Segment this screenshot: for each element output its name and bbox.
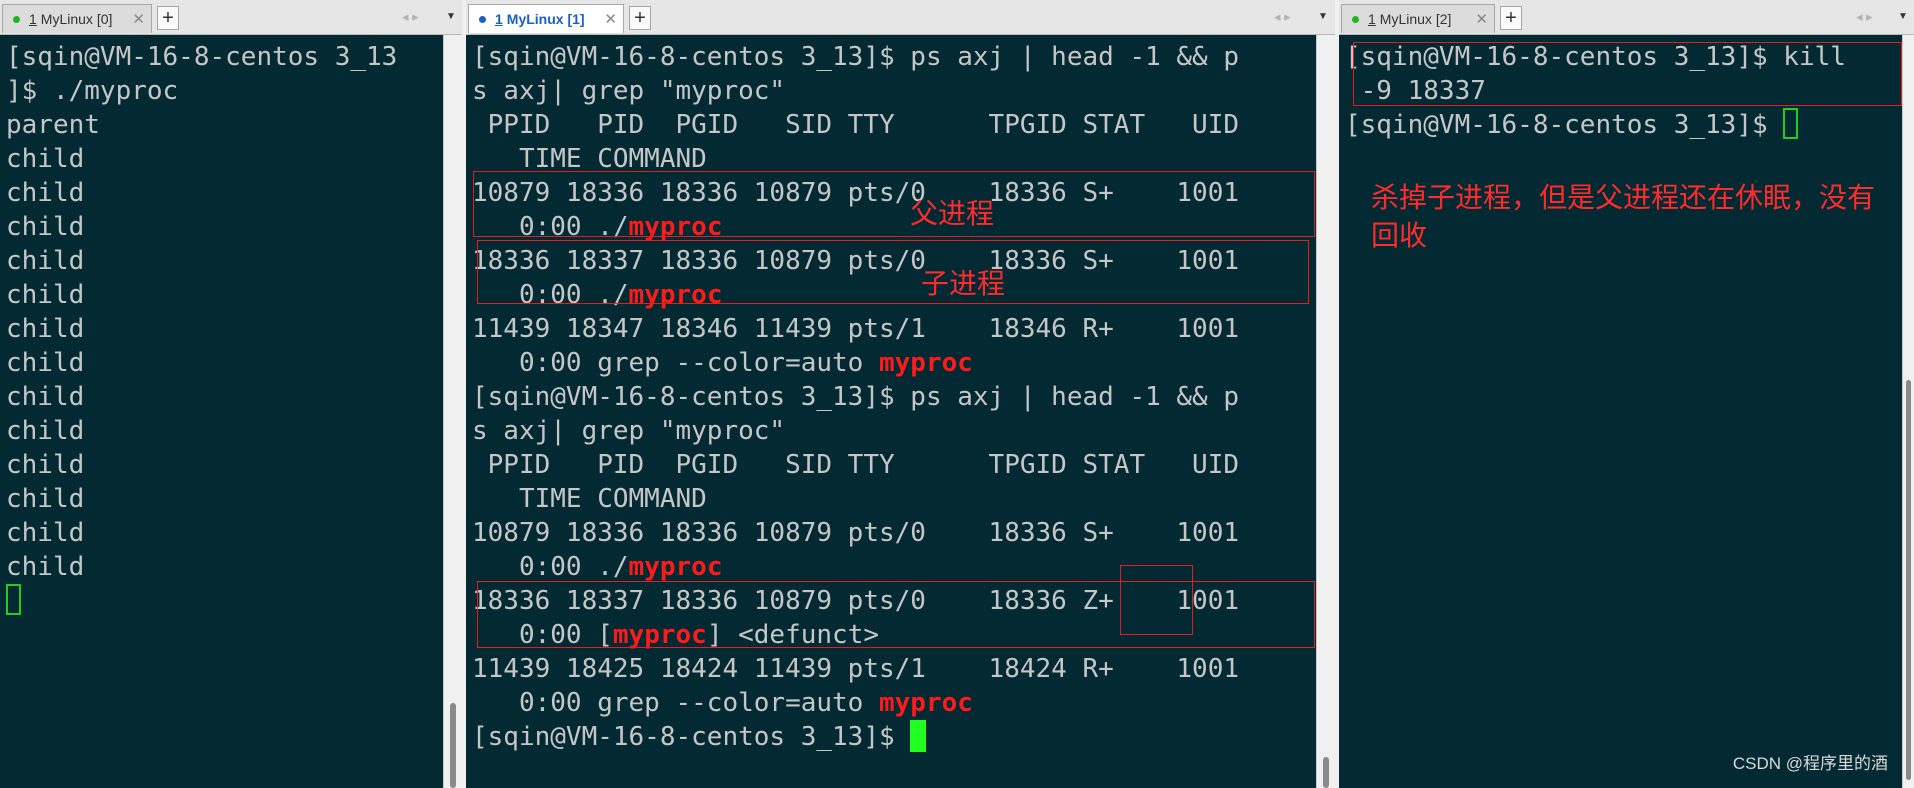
status-dot-icon [1352, 16, 1359, 23]
kill-command-highlight-box [1353, 42, 1902, 106]
scrollbar[interactable] [1902, 35, 1914, 788]
term-line: child [6, 450, 85, 480]
child-process-label: 子进程 [921, 268, 1006, 299]
new-tab-button[interactable]: + [629, 6, 651, 30]
terminal-cursor [910, 720, 927, 752]
tab-nav-arrows-icon[interactable]: ◂ ▸ [402, 6, 419, 28]
term-line: child [6, 348, 85, 378]
terminal-pane-right: 1 MyLinux [2] ✕ + ◂ ▸ ▼ [sqin@VM-16-8-cen… [1339, 0, 1914, 788]
term-line: child [6, 552, 85, 582]
term-line: [sqin@VM-16-8-centos 3_13 [6, 42, 398, 72]
tab-mylinux-0[interactable]: 1 MyLinux [0] ✕ [2, 4, 152, 33]
term-line: s axj| grep "myproc" [472, 416, 786, 446]
scrollbar[interactable] [443, 35, 462, 788]
parent-process-label: 父进程 [910, 198, 995, 229]
tab-menu-icon[interactable]: ▼ [446, 6, 456, 28]
term-line: child [6, 382, 85, 412]
tab-bar: 1 MyLinux [2] ✕ + ◂ ▸ ▼ [1339, 0, 1914, 35]
new-tab-button[interactable]: + [1500, 6, 1522, 30]
term-line: 11439 18347 18346 11439 pts/1 18346 R+ 1… [472, 314, 1240, 344]
tab-bar: 1 MyLinux [0] ✕ + ◂ ▸ ▼ [0, 0, 462, 35]
terminal-pane-left: 1 MyLinux [0] ✕ + ◂ ▸ ▼ [sqin@VM-16-8-cen… [0, 0, 462, 788]
term-line: 0:00 ./ [472, 552, 629, 582]
term-line: child [6, 280, 85, 310]
term-line: child [6, 518, 85, 548]
term-line: 0:00 grep --color=auto [472, 688, 879, 718]
scrollbar[interactable] [1316, 35, 1335, 788]
term-line: [sqin@VM-16-8-centos 3_13]$ ps axj | hea… [472, 382, 1240, 412]
term-line: parent [6, 110, 100, 140]
term-line: TIME COMMAND [472, 144, 707, 174]
tab-menu-icon[interactable]: ▼ [1898, 6, 1908, 28]
term-line: child [6, 144, 85, 174]
tab-nav-arrows-icon[interactable]: ◂ ▸ [1856, 6, 1873, 28]
scrollbar-thumb[interactable] [1323, 757, 1329, 788]
terminal-cursor [6, 584, 21, 615]
scrollbar-thumb[interactable] [450, 703, 456, 788]
close-icon[interactable]: ✕ [1475, 5, 1488, 34]
term-line: child [6, 416, 85, 446]
explanation-note: 杀掉子进程，但是父进程还在休眠，没有回收 [1371, 182, 1876, 251]
scrollbar-thumb[interactable] [1906, 380, 1911, 780]
term-line: PPID PID PGID SID TTY TPGID STAT UID [472, 450, 1240, 480]
zombie-state-highlight-box [1120, 565, 1193, 635]
highlight-myproc: myproc [879, 688, 973, 718]
term-line: child [6, 246, 85, 276]
term-line: [sqin@VM-16-8-centos 3_13]$ [1345, 110, 1784, 140]
tab-menu-icon[interactable]: ▼ [1318, 6, 1328, 28]
watermark: CSDN @程序里的酒 [1732, 754, 1888, 773]
term-line: PPID PID PGID SID TTY TPGID STAT UID [472, 110, 1240, 140]
terminal-output[interactable]: [sqin@VM-16-8-centos 3_13]$ kill -9 1833… [1339, 35, 1902, 788]
parent-process-highlight-box [473, 171, 1315, 237]
close-icon[interactable]: ✕ [604, 5, 617, 34]
term-line: 10879 18336 18336 10879 pts/0 18336 S+ 1… [472, 518, 1240, 548]
terminal-output[interactable]: [sqin@VM-16-8-centos 3_13 ]$ ./myproc pa… [0, 35, 443, 788]
tab-mylinux-2[interactable]: 1 MyLinux [2] ✕ [1341, 4, 1495, 33]
term-line: child [6, 484, 85, 514]
term-line: child [6, 178, 85, 208]
term-line: [sqin@VM-16-8-centos 3_13]$ [472, 722, 911, 752]
term-line: child [6, 314, 85, 344]
term-line: child [6, 212, 85, 242]
tab-mylinux-1[interactable]: 1 MyLinux [1] ✕ [468, 4, 624, 33]
new-tab-button[interactable]: + [157, 6, 179, 30]
terminal-cursor [1783, 108, 1799, 139]
terminal-output[interactable]: [sqin@VM-16-8-centos 3_13]$ ps axj | hea… [466, 35, 1316, 788]
term-line: ]$ ./myproc [6, 76, 179, 106]
term-line: 0:00 grep --color=auto [472, 348, 879, 378]
child-process-highlight-box [477, 240, 1309, 304]
term-line: 11439 18425 18424 11439 pts/1 18424 R+ 1… [472, 654, 1240, 684]
term-line: TIME COMMAND [472, 484, 707, 514]
status-dot-icon [13, 16, 20, 23]
tab-nav-arrows-icon[interactable]: ◂ ▸ [1274, 6, 1291, 28]
term-line: [sqin@VM-16-8-centos 3_13]$ ps axj | hea… [472, 42, 1240, 72]
close-icon[interactable]: ✕ [132, 5, 145, 34]
highlight-myproc: myproc [879, 348, 973, 378]
tab-bar: 1 MyLinux [1] ✕ + ◂ ▸ ▼ [466, 0, 1335, 35]
status-dot-icon [479, 16, 486, 23]
highlight-myproc: myproc [628, 552, 723, 582]
term-line: s axj| grep "myproc" [472, 76, 786, 106]
terminal-pane-middle: 1 MyLinux [1] ✕ + ◂ ▸ ▼ [sqin@VM-16-8-cen… [466, 0, 1335, 788]
